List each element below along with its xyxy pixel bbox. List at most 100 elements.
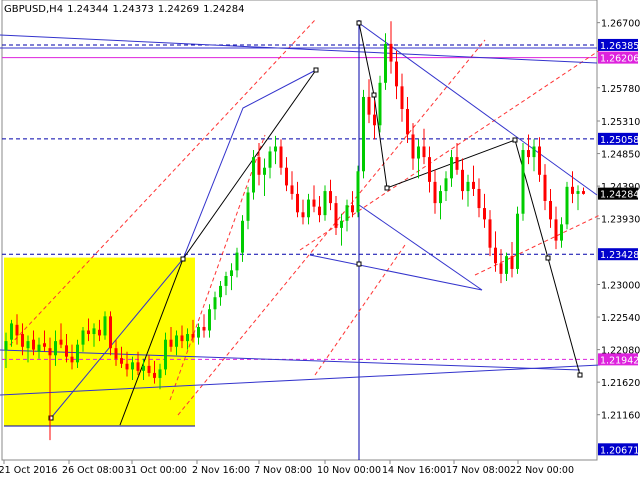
y-tick-label: 1.25310	[601, 117, 640, 128]
wave-point-marker	[356, 20, 362, 26]
candle-body	[268, 151, 272, 168]
price-label: 1.25058	[600, 135, 639, 146]
candle-body	[532, 146, 536, 158]
candle-body	[65, 345, 68, 357]
y-tick-label: 1.25780	[601, 84, 640, 95]
candle-body	[516, 213, 519, 269]
candle-body	[15, 324, 19, 336]
candle-body	[499, 263, 503, 274]
candle-body	[367, 96, 371, 115]
candle-body	[422, 146, 426, 158]
candle-body	[571, 186, 574, 194]
wave-point-marker	[512, 137, 518, 143]
x-tick-label: 31 Oct 00:00	[125, 465, 187, 476]
y-tick-label: 1.21160	[601, 411, 640, 422]
candle-body	[576, 191, 580, 194]
x-tick-label: 14 Nov 16:00	[382, 465, 446, 476]
candle-body	[235, 252, 239, 271]
candle-body	[81, 330, 85, 345]
y-tick-label: 1.23930	[601, 215, 640, 226]
candle-body	[279, 146, 283, 168]
wave-point-marker	[384, 185, 390, 191]
candle-body	[417, 146, 420, 159]
candle-body	[483, 208, 486, 220]
candle-body	[43, 343, 46, 347]
candle-body	[488, 219, 492, 248]
symbol-label: GBPUSD,H4	[4, 4, 64, 15]
low-value: 1.24269	[157, 4, 200, 15]
candle-body	[131, 362, 134, 370]
candle-body	[527, 150, 530, 158]
candle-body	[142, 365, 145, 371]
candle-body	[439, 191, 442, 204]
candle-body	[543, 174, 547, 201]
candle-body	[10, 323, 13, 340]
price-label: 1.26206	[600, 54, 639, 65]
candle-body	[191, 334, 195, 338]
wave-point-marker	[577, 372, 583, 378]
candle-body	[290, 185, 294, 194]
candle-body	[565, 186, 569, 225]
candle-body	[219, 285, 222, 298]
candle-body	[208, 309, 211, 331]
price-label: 1.24284	[600, 190, 639, 201]
x-tick-label: 2 Nov 16:00	[192, 465, 250, 476]
candle-body	[560, 224, 563, 241]
candle-body	[477, 188, 481, 209]
candle-body	[59, 339, 63, 345]
open-value: 1.24344	[67, 4, 109, 15]
candle-body	[494, 247, 497, 264]
candle-body	[114, 348, 118, 359]
candle-body	[213, 297, 217, 310]
x-tick-label: 17 Nov 08:00	[446, 465, 510, 476]
candle-body	[98, 329, 101, 336]
candle-body	[329, 191, 332, 204]
candle-body	[334, 203, 338, 228]
candle-body	[400, 86, 404, 109]
wave-point-marker	[313, 67, 319, 73]
candle-body	[450, 157, 453, 179]
candle-body	[455, 157, 459, 170]
candle-body	[153, 372, 156, 378]
candle-body	[186, 334, 189, 342]
candle-body	[351, 205, 354, 213]
wave-point-marker	[356, 261, 362, 267]
x-tick-label: 22 Nov 00:00	[510, 465, 574, 476]
candle-body	[37, 344, 41, 352]
candle-body	[505, 256, 508, 274]
y-tick-label: 1.22540	[601, 313, 640, 324]
candle-body	[301, 212, 305, 218]
candle-body	[87, 330, 90, 335]
candle-body	[274, 146, 277, 152]
candle-body	[103, 316, 107, 336]
candle-body	[109, 316, 112, 349]
candle-body	[373, 114, 376, 126]
candle-body	[257, 157, 261, 175]
candle-body	[48, 348, 52, 356]
candle-body	[395, 61, 398, 87]
candle-body	[312, 199, 316, 207]
candle-body	[136, 362, 140, 371]
candle-body	[521, 150, 525, 214]
candle-body	[246, 192, 250, 221]
candle-body	[54, 341, 57, 356]
x-tick-label: 26 Oct 08:00	[62, 465, 124, 476]
candle-body	[92, 328, 96, 335]
wave-point-marker	[371, 92, 377, 98]
candle-body	[32, 339, 35, 350]
candle-body	[549, 200, 552, 220]
chart-header: GBPUSD,H4 1.24344 1.24373 1.24269 1.24284	[4, 4, 249, 15]
wave-point-marker	[180, 256, 186, 262]
candle-body	[4, 341, 8, 351]
price-label: 1.21942	[600, 355, 639, 366]
candle-body	[510, 256, 514, 269]
y-tick-label: 1.23000	[601, 280, 640, 291]
price-label: 1.20671	[600, 445, 639, 456]
candle-body	[472, 181, 475, 189]
candle-body	[164, 339, 167, 370]
candle-body	[158, 369, 162, 378]
candle-body	[433, 181, 437, 204]
candle-body	[76, 344, 79, 363]
candle-body	[384, 43, 387, 83]
candle-body	[362, 96, 365, 172]
